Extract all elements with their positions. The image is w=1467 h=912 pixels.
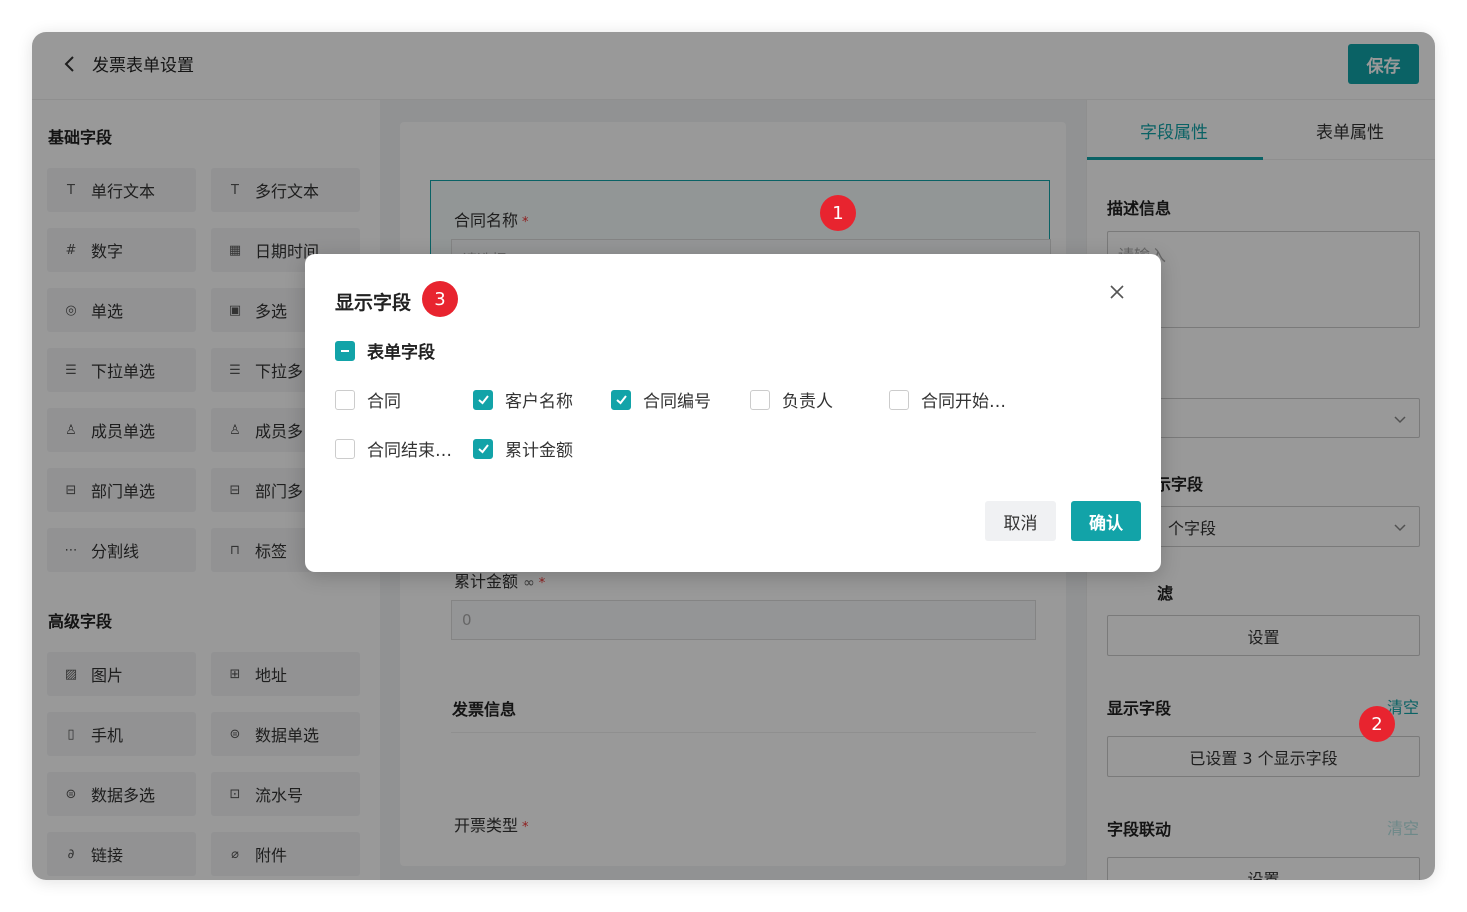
- confirm-button[interactable]: 确认: [1071, 501, 1141, 541]
- checkbox-unchecked-icon[interactable]: [889, 389, 909, 410]
- annotation-badge-2: 2: [1359, 706, 1395, 742]
- field-option-label: 合同编号: [643, 392, 711, 412]
- field-option-label: 合同开始…: [921, 392, 1006, 412]
- checkbox-checked-icon[interactable]: [611, 389, 631, 410]
- checkbox-checked-icon[interactable]: [473, 389, 493, 410]
- field-option-label: 负责人: [782, 392, 833, 412]
- field-option[interactable]: 合同编号: [611, 387, 711, 412]
- field-option-label: 累计金额: [505, 441, 573, 461]
- field-option[interactable]: 合同: [335, 387, 401, 412]
- checkbox-checked-icon[interactable]: [473, 438, 493, 459]
- group-label: 表单字段: [367, 343, 435, 363]
- field-option[interactable]: 合同开始…: [889, 387, 1006, 412]
- field-option-label: 客户名称: [505, 392, 573, 412]
- display-fields-dialog: 显示字段 3 表单字段 合同 客户名称 合同编号 负责人 合同开始… 合同结束… 累计金额 …: [305, 254, 1161, 572]
- field-option[interactable]: 累计金额: [473, 436, 573, 461]
- field-option[interactable]: 负责人: [750, 387, 833, 412]
- close-icon[interactable]: [1107, 282, 1127, 302]
- checkbox-unchecked-icon[interactable]: [335, 389, 355, 410]
- field-option-label: 合同结束…: [367, 441, 452, 461]
- checkbox-unchecked-icon[interactable]: [335, 438, 355, 459]
- dialog-title: 显示字段: [335, 292, 412, 314]
- indeterminate-checkbox-icon[interactable]: [335, 340, 355, 361]
- cancel-button[interactable]: 取消: [985, 501, 1056, 541]
- checkbox-unchecked-icon[interactable]: [750, 389, 770, 410]
- field-option[interactable]: 客户名称: [473, 387, 573, 412]
- annotation-badge-3: 3: [422, 281, 458, 317]
- select-all-form-fields[interactable]: 表单字段: [335, 338, 435, 363]
- field-option[interactable]: 合同结束…: [335, 436, 452, 461]
- field-option-label: 合同: [367, 392, 401, 412]
- annotation-badge-1: 1: [820, 195, 856, 231]
